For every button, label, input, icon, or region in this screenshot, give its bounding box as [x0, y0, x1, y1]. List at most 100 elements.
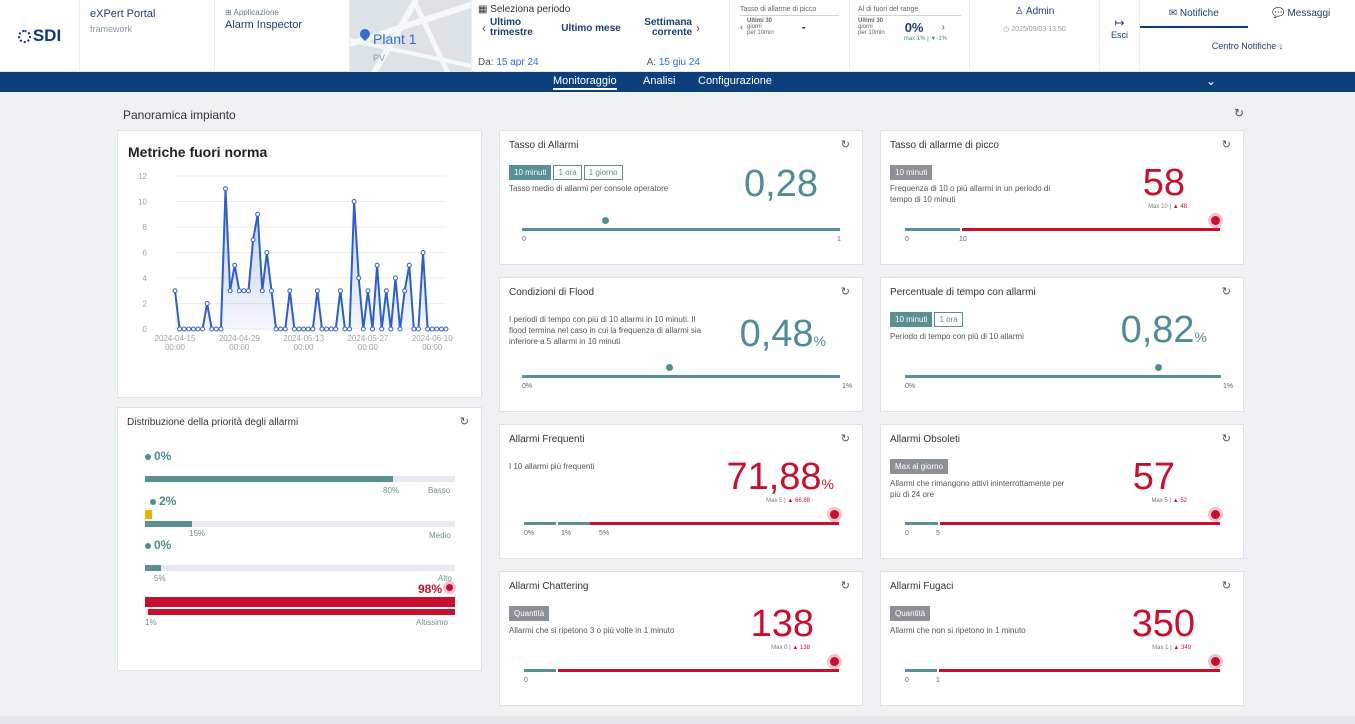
app-name: Alarm Inspector: [225, 19, 303, 31]
tab-configuration[interactable]: Configurazione: [698, 75, 772, 87]
up-arrow-icon: ▲: [1172, 498, 1179, 504]
tab-notifications[interactable]: ✉ Notifiche: [1140, 0, 1248, 28]
date-from[interactable]: 15 apr 24: [496, 57, 538, 68]
refresh-icon[interactable]: ↻: [841, 138, 850, 151]
flood-conditions-card: Condizioni di Flood ↻ I periodi di tempo…: [499, 277, 863, 412]
portal-info[interactable]: eXPert Portal framework: [80, 0, 215, 72]
range-min: 0: [905, 530, 909, 537]
period-selector: ▦ Seleziona periodo ‹ Ultimo trimestre U…: [472, 0, 730, 72]
period-option[interactable]: Settimana corrente: [630, 18, 692, 38]
tab-analysis[interactable]: Analisi: [643, 75, 675, 87]
refresh-icon[interactable]: ↻: [1222, 285, 1231, 298]
metrics-line-chart[interactable]: 0246810122024-04-1500:002024-04-2900:002…: [118, 131, 483, 399]
range-bar-exceeded: [939, 669, 1220, 672]
data-point: [425, 326, 431, 332]
period-dates: Da: 15 apr 24 A: 15 giu 24: [478, 57, 724, 68]
max-label: Max 10: [1148, 204, 1168, 210]
card-desc: Tasso medio di allarmi per console opera…: [509, 184, 669, 193]
refresh-icon[interactable]: ↻: [460, 415, 469, 428]
exit-label: Esci: [1110, 30, 1128, 40]
tab-monitoring[interactable]: Monitoraggio: [553, 75, 617, 90]
refresh-icon[interactable]: ↻: [1222, 138, 1231, 151]
chevron-right-icon[interactable]: ›: [941, 22, 944, 33]
kpi-peak-rate[interactable]: Tasso di allarme di picco ‹ Ultimi 30 gio…: [730, 0, 850, 72]
max-label: Max 5: [766, 498, 783, 504]
range-bar-normal: [524, 669, 556, 672]
date-to[interactable]: 15 giu 24: [659, 57, 700, 68]
data-point: [195, 326, 201, 332]
pill-10min[interactable]: 10 minuti: [890, 165, 933, 180]
frequent-unit: %: [821, 476, 834, 492]
data-point: [319, 326, 325, 332]
portal-sub: framework: [90, 24, 133, 34]
refresh-icon[interactable]: ↻: [1234, 106, 1244, 120]
range-bar-normal: [905, 669, 937, 672]
alert-dot-icon: [830, 510, 839, 519]
period-next-icon[interactable]: ›: [692, 21, 704, 35]
calendar-icon: ▦: [478, 4, 488, 15]
value-marker: [602, 217, 609, 224]
peak-rate-value: 58: [1142, 162, 1185, 204]
tab-notifications-label: Notifiche: [1179, 8, 1219, 19]
time-perc-number: 0,82: [1120, 309, 1195, 351]
data-point: [370, 326, 376, 332]
pill-10min[interactable]: 10 minuti: [509, 165, 552, 180]
priority-high-track: [145, 565, 455, 571]
series-area: [175, 188, 446, 329]
refresh-icon[interactable]: ↻: [1222, 579, 1231, 592]
period-prev-icon[interactable]: ‹: [478, 21, 490, 35]
range-threshold: 5%: [599, 530, 610, 537]
timestamp: 2025/09/03 13:50: [1011, 26, 1066, 33]
max-label: Max 1: [1152, 645, 1169, 651]
data-point: [347, 326, 353, 332]
data-point: [333, 326, 339, 332]
period-option[interactable]: Ultimo mese: [552, 23, 630, 34]
data-point: [268, 288, 274, 294]
stale-alarms-card: Allarmi Obsoleti ↻ Max al giorno Allarmi…: [880, 424, 1244, 559]
app-label: Applicazione: [233, 8, 279, 17]
priority-critical-name: Altissimo: [416, 618, 449, 627]
pill-10min[interactable]: 10 minuti: [890, 312, 933, 327]
data-point: [223, 186, 229, 192]
envelope-icon: ✉: [1168, 8, 1178, 19]
period-option[interactable]: Ultimo trimestre: [490, 18, 552, 38]
kpi-out-of-range[interactable]: Al di fuori del range Ultimi 30 giorni per…: [850, 0, 970, 72]
data-point: [172, 288, 178, 294]
exit-button[interactable]: ↦ Esci: [1100, 0, 1140, 72]
plant-selector[interactable]: Plant 1 PV: [350, 0, 472, 72]
card-title: Tasso di Allarmi: [509, 140, 579, 151]
clock-icon: ◷: [1003, 26, 1010, 33]
priority-high-fill-label: 5%: [154, 574, 166, 583]
sdi-logo[interactable]: SDI: [0, 0, 80, 72]
plant-sub: PV: [373, 53, 386, 63]
refresh-icon[interactable]: ↻: [841, 432, 850, 445]
app-selector[interactable]: ⊞ Applicazione Alarm Inspector: [215, 0, 350, 72]
refresh-icon[interactable]: ↻: [841, 285, 850, 298]
data-point: [236, 288, 242, 294]
card-desc: I periodi di tempo con più di 10 allarmi…: [509, 315, 702, 346]
logo-ring-icon: [17, 29, 31, 43]
pill-1day[interactable]: 1 giorno: [583, 165, 623, 180]
notification-center-link[interactable]: Centro Notifiche ↓: [1140, 41, 1355, 51]
time-perc-value: 0,82%: [1121, 310, 1207, 357]
priority-critical-bar: [145, 597, 455, 607]
grid-icon: ⊞: [225, 8, 232, 17]
refresh-icon[interactable]: ↻: [1222, 432, 1231, 445]
data-point: [374, 262, 380, 268]
priority-medium-marker: [145, 510, 152, 519]
pill-quantity[interactable]: Quantità: [890, 606, 931, 621]
chevron-down-icon[interactable]: ⌄: [1206, 74, 1216, 88]
alert-dot-icon: [1211, 657, 1220, 666]
chevron-left-icon[interactable]: ‹: [740, 22, 747, 32]
pill-1h[interactable]: 1 ora: [934, 312, 963, 327]
pill-1h[interactable]: 1 ora: [553, 165, 582, 180]
divider: [858, 15, 961, 16]
up-arrow-icon: ▲: [787, 498, 794, 504]
priority-low-fill-label: 80%: [383, 486, 400, 495]
refresh-icon[interactable]: ↻: [841, 579, 850, 592]
data-point: [296, 326, 302, 332]
user-menu[interactable]: ♙ Admin ◷ 2025/09/03 13:50: [970, 0, 1100, 72]
tab-messages[interactable]: 💬 Messaggi: [1248, 0, 1355, 28]
pill-quantity[interactable]: Quantità: [509, 606, 550, 621]
pill-max-per-day[interactable]: Max al giorno: [890, 459, 949, 474]
